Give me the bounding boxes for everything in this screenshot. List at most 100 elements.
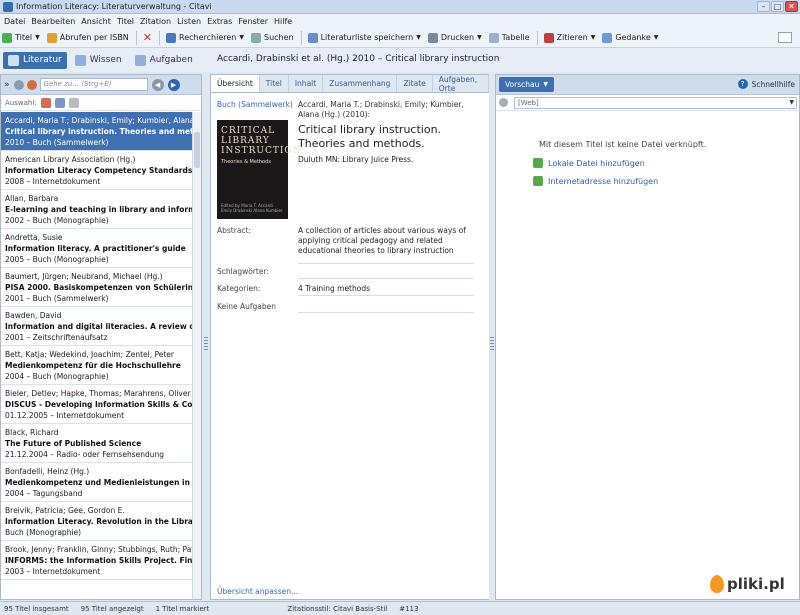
splitter-grip-icon	[490, 337, 494, 351]
status-total: 95 Titel insgesamt	[4, 604, 69, 613]
preview-dropdown[interactable]: Vorschau ▼	[499, 77, 554, 92]
plus-icon	[2, 32, 12, 43]
tab-titel[interactable]: Titel	[260, 75, 289, 92]
location-icon	[499, 98, 508, 107]
list-save-icon	[307, 32, 318, 43]
list-item[interactable]: Baumert, Jürgen; Neubrand, Michael (Hg.)…	[1, 268, 193, 307]
status-citation-style[interactable]: Zitationsstil: Citavi Basis-Stil	[287, 605, 387, 613]
tab-zusammenhang[interactable]: Zusammenhang	[323, 75, 398, 92]
mode-literatur[interactable]: Literatur	[3, 51, 67, 69]
menu-titel[interactable]: Titel	[117, 17, 134, 26]
zitieren-button[interactable]: Zitieren ▼	[543, 32, 595, 43]
customize-overview-link[interactable]: Übersicht anpassen...	[217, 587, 298, 596]
categories-label: Kategorien:	[217, 284, 261, 293]
wand-icon	[46, 32, 57, 43]
menu-datei[interactable]: Datei	[4, 17, 25, 26]
list-scrollbar[interactable]	[192, 112, 201, 599]
chevron-down-icon: ▼	[477, 34, 482, 41]
tabelle-button[interactable]: Tabelle	[488, 32, 530, 43]
selection-filter-icon[interactable]	[40, 97, 51, 108]
tab-zitate[interactable]: Zitate	[397, 75, 433, 92]
suchen-button[interactable]: Suchen	[250, 32, 294, 43]
double-chevron-icon[interactable]: »	[4, 80, 10, 90]
minimize-button[interactable]: –	[757, 1, 770, 12]
menu-zitation[interactable]: Zitation	[140, 17, 171, 26]
list-item[interactable]: Bieler, Detlev; Hapke, Thomas; Marahrens…	[1, 385, 193, 424]
table-icon	[488, 32, 499, 43]
left-splitter[interactable]	[203, 74, 209, 600]
quick-help-button[interactable]: ? Schnellhilfe	[737, 79, 795, 89]
menu-hilfe[interactable]: Hilfe	[274, 17, 292, 26]
list-item[interactable]: Bawden, David Information and digital lit…	[1, 307, 193, 346]
menu-listen[interactable]: Listen	[177, 17, 201, 26]
add-title-button[interactable]: Titel ▼	[2, 32, 40, 43]
watermark-logo: pliki.pl	[710, 575, 785, 593]
add-local-file-link[interactable]: Lokale Datei hinzufügen	[533, 158, 645, 168]
maximize-button[interactable]: □	[771, 1, 784, 12]
close-button[interactable]: ✕	[785, 1, 798, 12]
forward-icon[interactable]: ▶	[167, 78, 180, 91]
recherchieren-button[interactable]: Recherchieren ▼	[166, 32, 244, 43]
menu-fenster[interactable]: Fenster	[238, 17, 268, 26]
goto-search-input[interactable]: Gehe zu... (Strg+E)	[39, 78, 148, 91]
abstract-label: Abstract:	[217, 226, 252, 235]
literaturliste-button[interactable]: Literaturliste speichern ▼	[307, 32, 421, 43]
field-divider	[298, 295, 474, 296]
gedanke-button[interactable]: Gedanke ▼	[602, 32, 658, 43]
research-icon	[166, 32, 177, 43]
location-select[interactable]: [Web] ▼	[514, 96, 797, 109]
menu-extras[interactable]: Extras	[207, 17, 232, 26]
menu-ansicht[interactable]: Ansicht	[81, 17, 111, 26]
list-item[interactable]: Breivik, Patricia; Gee, Gordon E. Informa…	[1, 502, 193, 541]
chevron-down-icon: ▼	[239, 34, 244, 41]
back-icon[interactable]: ◀	[151, 78, 164, 91]
selection-list-icon[interactable]	[54, 97, 65, 108]
selection-label: Auswahl:	[5, 98, 37, 107]
tab-inhalt[interactable]: Inhalt	[289, 75, 324, 92]
title-bar: Information Literacy: Literaturverwaltun…	[0, 0, 800, 14]
list-item[interactable]: Accardi, Maria T.; Drabinski, Emily; Kum…	[1, 112, 193, 151]
mode-aufgaben[interactable]: Aufgaben	[130, 52, 198, 69]
delete-button[interactable]: ✕	[143, 31, 152, 44]
reference-list-panel: » Gehe zu... (Strg+E) ◀ ▶ Auswahl: Accar…	[0, 74, 202, 600]
history-icon[interactable]	[26, 79, 37, 90]
delete-x-icon: ✕	[142, 31, 153, 44]
tasks-icon	[134, 54, 146, 66]
list-item[interactable]: American Library Association (Hg.) Inform…	[1, 151, 193, 190]
reference-title: Critical library instruction. Theories a…	[298, 123, 442, 150]
pliki-logo-icon	[710, 575, 724, 593]
status-shown: 95 Titel angezeigt	[80, 604, 144, 613]
status-marked: 1 Titel markiert	[155, 604, 210, 613]
tab-aufgaben-orte[interactable]: Aufgaben, Orte	[433, 75, 489, 93]
categories-value[interactable]: 4 Training methods	[298, 284, 481, 294]
tab-uebersicht[interactable]: Übersicht	[211, 75, 260, 92]
abstract-value[interactable]: A collection of articles about various w…	[298, 226, 481, 256]
status-number: #113	[399, 604, 419, 613]
document-type-link[interactable]: Buch (Sammelwerk)	[217, 100, 293, 109]
mode-wissen[interactable]: Wissen	[70, 52, 127, 69]
preview-header: Vorschau ▼ ? Schnellhilfe	[496, 75, 799, 95]
tasks-label: Keine Aufgaben	[217, 302, 277, 311]
funnel-icon[interactable]	[68, 97, 79, 108]
toolbar: Titel ▼ Abrufen per ISBN ✕ Recherchieren ▼…	[0, 28, 800, 48]
citavi-app-icon	[3, 1, 13, 12]
knowledge-icon	[74, 54, 86, 66]
list-item[interactable]: Andretta, Susie Information literacy. A p…	[1, 229, 193, 268]
menu-bearbeiten[interactable]: Bearbeiten	[31, 17, 75, 26]
scrollbar-thumb[interactable]	[194, 132, 200, 168]
reference-detail-panel: Übersicht Titel Inhalt Zusammenhang Zita…	[210, 74, 490, 600]
list-item[interactable]: Allan, Barbara E-learning and teaching in…	[1, 190, 193, 229]
book-cover-image: CRITICAL LIBRARY INSTRUCTION Theories & …	[217, 120, 301, 219]
printer-icon	[427, 32, 438, 43]
add-url-link[interactable]: Internetadresse hinzufügen	[533, 176, 658, 186]
list-item[interactable]: Brook, Jenny; Franklin, Ginny; Stubbings…	[1, 541, 193, 580]
isbn-button[interactable]: Abrufen per ISBN	[46, 32, 129, 43]
books-icon	[8, 54, 19, 66]
list-item[interactable]: Black, Richard The Future of Published Sc…	[1, 424, 193, 463]
list-item[interactable]: Bett, Katja; Wedekind, Joachim; Zentel, …	[1, 346, 193, 385]
list-item[interactable]: Bonfadelli, Heinz (Hg.) Medienkompetenz u…	[1, 463, 193, 502]
layout-toggle-icon[interactable]	[778, 32, 792, 43]
drucken-button[interactable]: Drucken ▼	[427, 32, 482, 43]
gear-icon[interactable]	[13, 79, 24, 90]
add-link-icon	[533, 176, 543, 186]
